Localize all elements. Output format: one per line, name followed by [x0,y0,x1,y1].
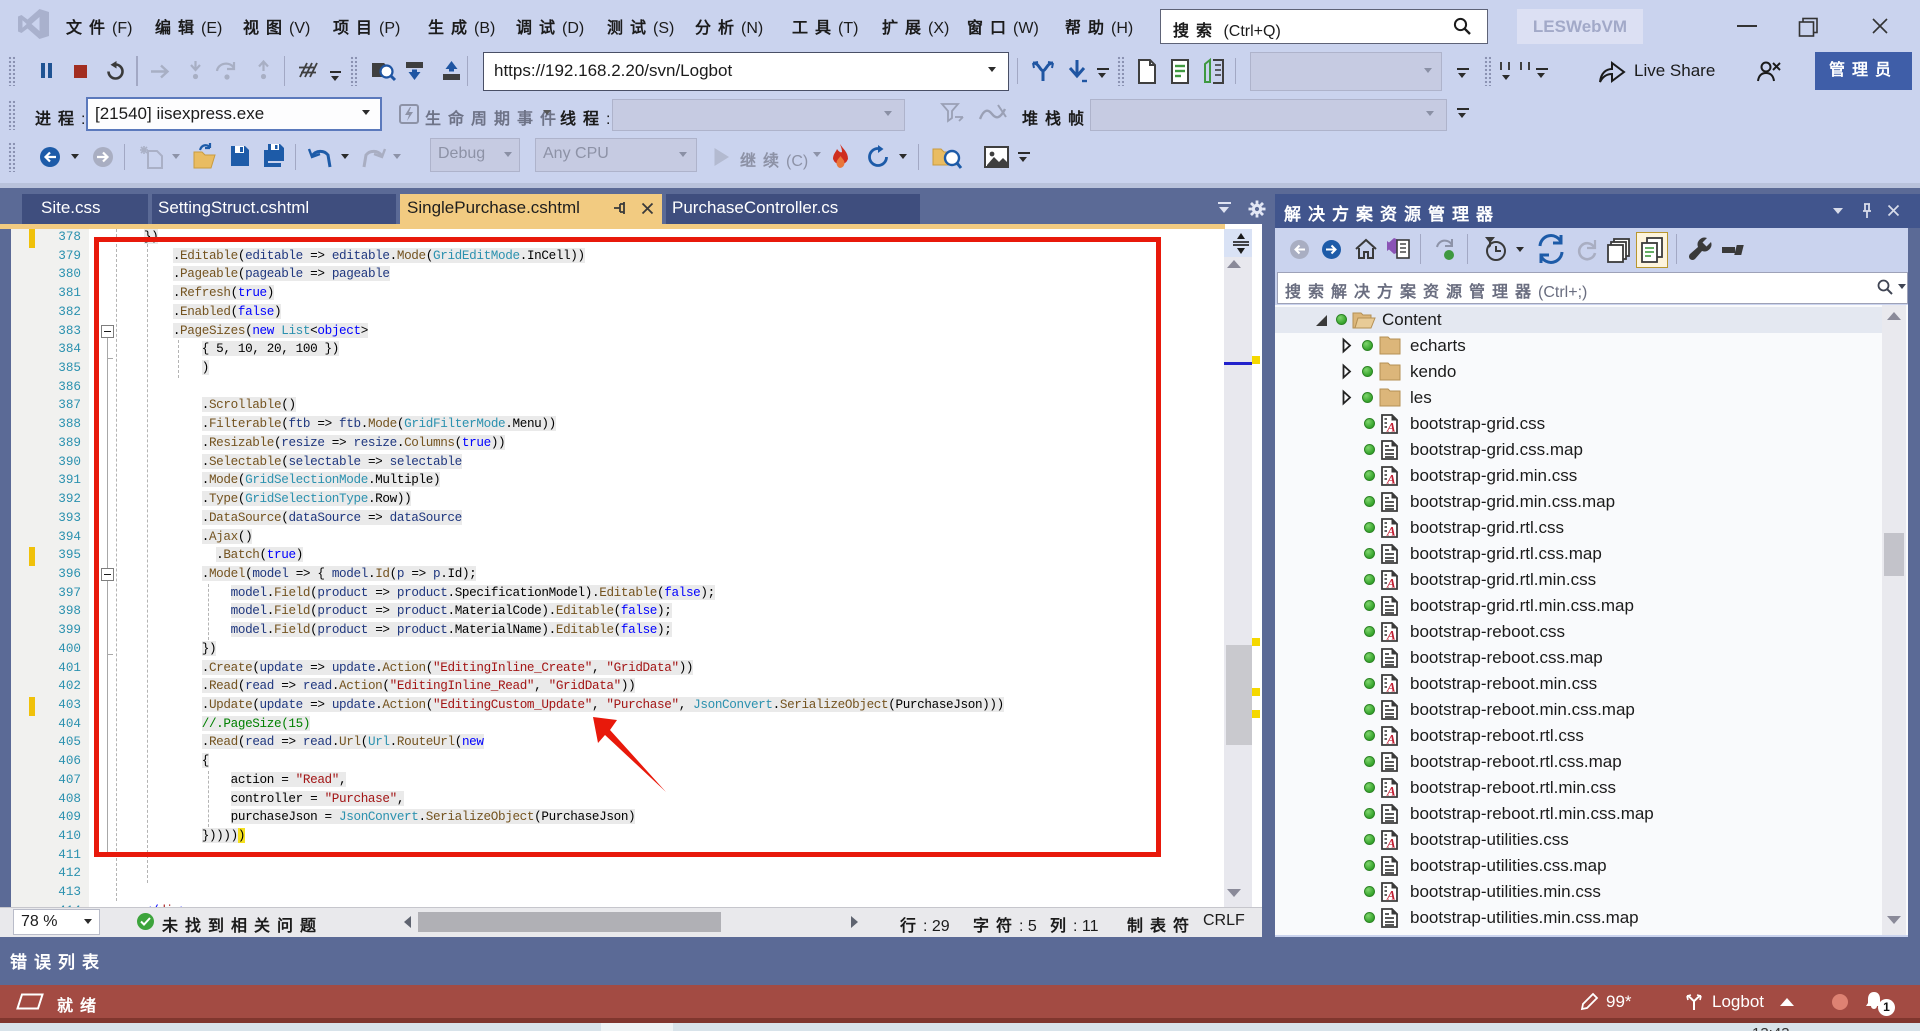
svg-text:A: A [1386,732,1396,747]
svg-text:A: A [1386,784,1396,799]
svg-text:A: A [1386,524,1396,539]
svg-text:A: A [1386,888,1396,903]
svg-text:A: A [1386,680,1396,695]
svg-text:A: A [1386,472,1396,487]
svg-text:A: A [1386,628,1396,643]
svg-text:A: A [1386,836,1396,851]
svg-text:A: A [1386,420,1396,435]
svg-text:A: A [1386,576,1396,591]
